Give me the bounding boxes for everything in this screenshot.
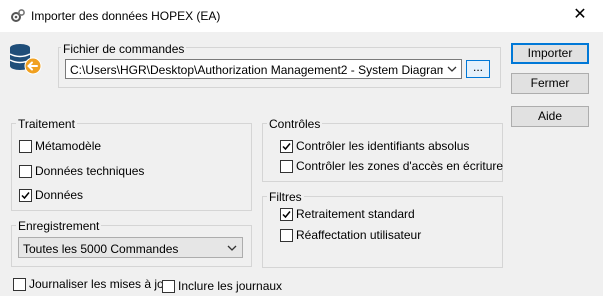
checkbox-label: Données bbox=[35, 188, 84, 202]
command-file-label: Fichier de commandes bbox=[61, 42, 187, 56]
checkmark-icon bbox=[282, 211, 291, 219]
chevron-down-icon bbox=[227, 245, 237, 251]
checkbox-label: Données techniques bbox=[35, 164, 145, 178]
database-import-icon bbox=[9, 44, 42, 75]
checkmark-icon bbox=[282, 143, 291, 151]
chevron-down-icon bbox=[447, 66, 457, 72]
checkbox-label: Contrôler les zones d'accès en écriture bbox=[296, 159, 504, 173]
checkbox-box bbox=[19, 189, 32, 202]
checkmark-icon bbox=[21, 192, 30, 200]
browse-button[interactable]: ... bbox=[466, 60, 490, 78]
checkbox-box bbox=[13, 278, 26, 291]
close-icon: ✕ bbox=[573, 6, 587, 23]
checkbox-label: Journaliser les mises à jour bbox=[29, 277, 175, 291]
checkbox-label: Inclure les journaux bbox=[178, 279, 283, 293]
gears-icon bbox=[11, 9, 25, 22]
command-file-value: C:\Users\HGR\Desktop\Authorization Manag… bbox=[70, 63, 443, 77]
recording-selected-value: Toutes les 5000 Commandes bbox=[23, 242, 179, 256]
window-title: Importer des données HOPEX (EA) bbox=[31, 9, 221, 23]
checkbox-label: Métamodèle bbox=[35, 139, 102, 153]
checkbox-box bbox=[280, 229, 293, 242]
recording-label: Enregistrement bbox=[16, 219, 102, 233]
close-button[interactable]: Fermer bbox=[511, 73, 589, 94]
checkbox-box bbox=[280, 208, 293, 221]
checkbox-box bbox=[280, 160, 293, 173]
controls-label: Contrôles bbox=[267, 117, 323, 131]
checkbox-box bbox=[19, 165, 32, 178]
title-bar: Importer des données HOPEX (EA) ✕ bbox=[0, 0, 603, 32]
checkbox-label: Retraitement standard bbox=[296, 207, 415, 221]
checkbox-box bbox=[280, 140, 293, 153]
help-button[interactable]: Aide bbox=[511, 106, 589, 127]
processing-label: Traitement bbox=[16, 117, 77, 131]
import-button[interactable]: Importer bbox=[511, 43, 589, 64]
close-window-button[interactable]: ✕ bbox=[557, 0, 603, 32]
checkbox-label: Réaffectation utilisateur bbox=[296, 228, 422, 242]
command-file-combo[interactable]: C:\Users\HGR\Desktop\Authorization Manag… bbox=[65, 59, 462, 79]
checkbox-label: Contrôler les identifiants absolus bbox=[296, 139, 470, 153]
recording-select[interactable]: Toutes les 5000 Commandes bbox=[18, 237, 243, 258]
checkbox-box bbox=[19, 140, 32, 153]
filters-label: Filtres bbox=[267, 190, 304, 204]
checkbox-box bbox=[162, 280, 175, 293]
